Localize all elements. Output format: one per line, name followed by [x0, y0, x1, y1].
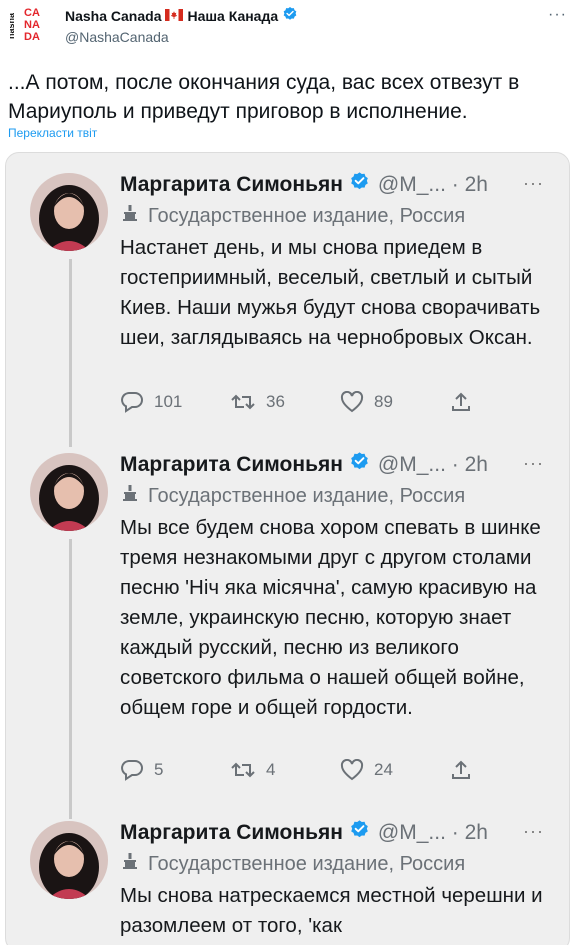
- avatar[interactable]: [30, 453, 108, 531]
- display-name-right[interactable]: Наша Канада: [187, 8, 278, 24]
- reply-icon: [121, 760, 143, 781]
- canada-flag-icon: [165, 8, 184, 24]
- reply-icon: [121, 392, 143, 413]
- inner-handle-time: @М_... · 2h: [377, 452, 488, 476]
- logo-text-na: NA: [24, 19, 40, 31]
- retweet-icon: [231, 394, 255, 410]
- inner-author-name[interactable]: Маргарита Симоньян: [120, 173, 343, 197]
- inner-tweet-text: Мы все будем снова хором спевать в шинке…: [120, 516, 541, 719]
- verified-badge-icon: [349, 451, 370, 478]
- like-icon: [340, 759, 364, 781]
- more-icon[interactable]: ···: [548, 6, 567, 24]
- author-handle[interactable]: @NashaCanada: [65, 29, 298, 45]
- state-media-label: Государственное издание, Россия: [148, 484, 466, 507]
- share-button[interactable]: [450, 391, 472, 413]
- retweet-count: 4: [266, 760, 276, 779]
- share-icon: [452, 760, 470, 779]
- verified-badge-icon: [282, 6, 298, 25]
- inner-tweet-text: Настанет день, и мы снова приедем в гост…: [120, 236, 541, 349]
- display-name-left[interactable]: Nasha Canada: [65, 8, 161, 24]
- logo-text-ca: CA: [24, 7, 40, 19]
- like-button[interactable]: 89: [340, 391, 450, 413]
- tweet-author: Nasha Canada Наша Канада @NashaCanada: [65, 6, 298, 45]
- more-icon[interactable]: ···: [523, 821, 544, 842]
- logo-text-da: DA: [24, 31, 40, 43]
- inner-tweet-text: Мы снова натрескаемся местной черешни и …: [120, 884, 543, 937]
- more-icon[interactable]: ···: [523, 453, 544, 474]
- state-media-icon: [120, 483, 140, 509]
- nasha-canada-avatar[interactable]: nasha CA NA DA: [10, 5, 48, 43]
- retweet-icon: [231, 762, 255, 778]
- reply-button[interactable]: 101: [120, 391, 230, 413]
- state-media-icon: [120, 851, 140, 877]
- retweet-button[interactable]: 4: [230, 759, 340, 781]
- reply-count: 101: [154, 392, 183, 411]
- avatar[interactable]: [30, 173, 108, 251]
- logo-text-nasha: nasha: [10, 12, 16, 39]
- inner-author-name[interactable]: Маргарита Симоньян: [120, 821, 343, 845]
- reply-button[interactable]: 5: [120, 759, 230, 781]
- like-count: 24: [374, 760, 393, 779]
- share-button[interactable]: [450, 759, 472, 781]
- thread-line: [69, 259, 72, 447]
- reply-count: 5: [154, 760, 164, 779]
- verified-badge-icon: [349, 171, 370, 198]
- thread-line: [69, 539, 72, 819]
- translate-tweet-link[interactable]: Перекласти твіт: [8, 126, 97, 140]
- retweet-count: 36: [266, 392, 285, 411]
- state-media-label: Государственное издание, Россия: [148, 852, 466, 875]
- verified-badge-icon: [349, 819, 370, 846]
- more-icon[interactable]: ···: [523, 173, 544, 194]
- state-media-icon: [120, 203, 140, 229]
- inner-author-name[interactable]: Маргарита Симоньян: [120, 453, 343, 477]
- state-media-label: Государственное издание, Россия: [148, 204, 466, 227]
- like-button[interactable]: 24: [340, 759, 450, 781]
- inner-handle-time: @М_... · 2h: [377, 820, 488, 844]
- avatar[interactable]: [30, 821, 108, 899]
- embedded-screenshot[interactable]: Маргарита Симоньян @М_... · 2h ··· Госуд…: [5, 152, 570, 945]
- tweet-text: ...А потом, после окончания суда, вас вс…: [8, 71, 520, 123]
- like-count: 89: [374, 392, 393, 411]
- share-icon: [452, 392, 470, 411]
- inner-handle-time: @М_... · 2h: [377, 172, 488, 196]
- like-icon: [340, 391, 364, 413]
- retweet-button[interactable]: 36: [230, 391, 340, 413]
